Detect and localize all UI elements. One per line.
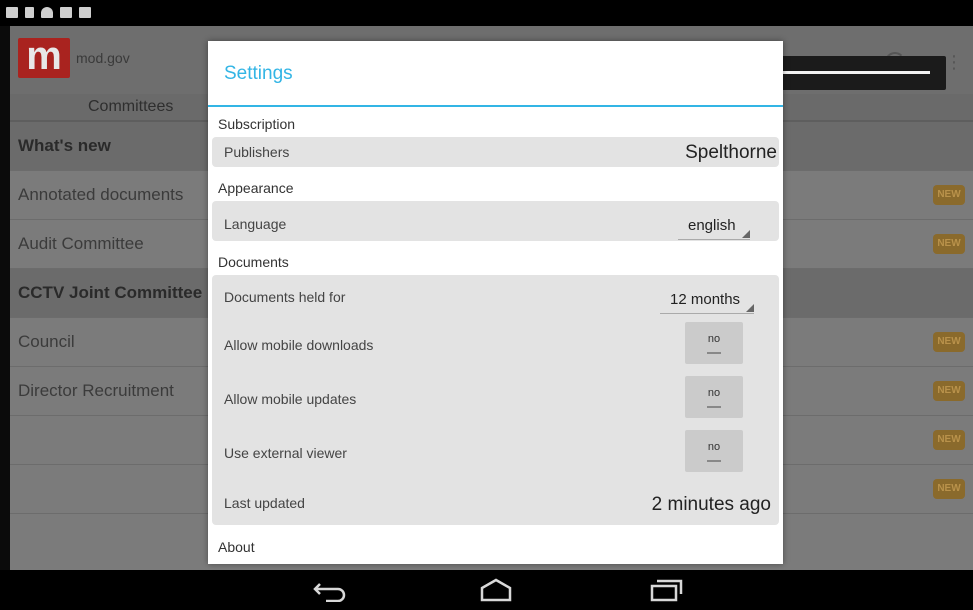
recents-icon[interactable] [648,578,684,607]
title-divider [208,105,783,107]
publishers-row[interactable]: Publishers Spelthorne [212,137,779,167]
external-viewer-value: no [707,441,721,453]
mobile-downloads-value: no [707,333,721,345]
new-badge: NEW [933,381,965,401]
mobile-updates-toggle[interactable]: no [685,376,743,418]
last-updated-value: 2 minutes ago [651,494,771,515]
tab-committees[interactable]: Committees [88,98,173,116]
toggle-indicator [707,460,721,462]
language-spinner[interactable]: english [678,217,750,240]
list-item-label: CCTV Joint Committee [18,283,203,302]
new-badge: NEW [933,185,965,205]
list-item-label: Audit Committee [18,234,144,253]
documents-card: Documents held for 12 months Allow mobil… [212,275,779,525]
navigation-bar [0,570,973,610]
subscription-card: Publishers Spelthorne [212,137,779,167]
mobile-downloads-row: Allow mobile downloads no [212,321,779,375]
publishers-label: Publishers [224,144,290,160]
publishers-value: Spelthorne [685,142,777,163]
list-item-label: Annotated documents [18,185,184,204]
toggle-indicator [707,352,721,354]
documents-held-value: 12 months [670,291,741,308]
mobile-downloads-label: Allow mobile downloads [224,337,374,353]
section-appearance: Appearance [218,180,294,196]
external-viewer-toggle[interactable]: no [685,430,743,472]
toggle-indicator [707,406,721,408]
app-name: mod.gov [76,50,130,66]
app-logo[interactable]: m [18,36,70,78]
back-icon[interactable] [312,578,348,607]
mobile-downloads-toggle[interactable]: no [685,322,743,364]
checkbox-icon [60,7,72,18]
last-updated-label: Last updated [224,495,305,511]
last-updated-row: Last updated 2 minutes ago [212,483,779,525]
sd-card-icon [25,7,34,18]
language-label: Language [224,216,287,232]
language-value: english [688,217,736,234]
new-badge: NEW [933,332,965,352]
section-about[interactable]: About [218,539,255,555]
checkbox-icon [79,7,91,18]
status-bar [0,0,973,26]
mobile-updates-value: no [707,387,721,399]
new-badge: NEW [933,234,965,254]
language-row: Language english [212,201,779,241]
list-item-label: What's new [18,136,111,155]
list-item-label: Council [18,332,75,351]
mobile-updates-label: Allow mobile updates [224,391,357,407]
appearance-card: Language english [212,201,779,241]
documents-held-row: Documents held for 12 months [212,275,779,321]
cloud-icon [41,7,53,18]
documents-held-label: Documents held for [224,289,346,305]
home-icon[interactable] [478,578,514,607]
documents-held-spinner[interactable]: 12 months [660,291,755,314]
new-badge: NEW [933,430,965,450]
section-subscription: Subscription [218,116,296,132]
list-item-label: Director Recruitment [18,381,174,400]
mobile-updates-row: Allow mobile updates no [212,375,779,429]
spinner-corner-icon [746,304,755,312]
new-badge: NEW [933,479,965,499]
spinner-corner-icon [741,230,750,238]
dialog-title: Settings [224,63,293,84]
external-viewer-label: Use external viewer [224,445,347,461]
section-documents: Documents [218,254,289,270]
external-viewer-row: Use external viewer no [212,429,779,483]
settings-dialog: Settings Subscription Publishers Speltho… [208,41,783,564]
image-icon [6,7,18,18]
